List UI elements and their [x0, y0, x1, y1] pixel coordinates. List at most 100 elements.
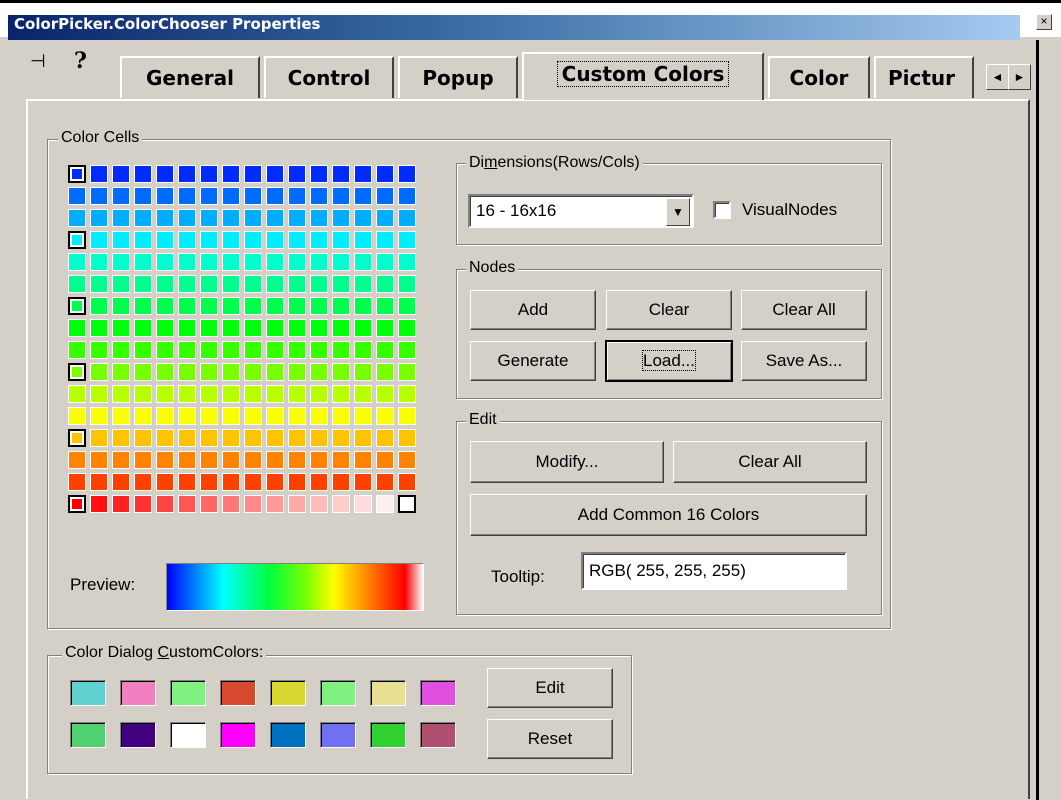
color-cell[interactable]: [376, 297, 394, 315]
color-cell[interactable]: [178, 187, 196, 205]
color-cell[interactable]: [376, 231, 394, 249]
color-cell[interactable]: [178, 495, 196, 513]
color-cell[interactable]: [222, 385, 240, 403]
color-cell[interactable]: [222, 231, 240, 249]
color-cell[interactable]: [332, 297, 350, 315]
color-cell[interactable]: [376, 275, 394, 293]
color-cell[interactable]: [112, 297, 130, 315]
color-cell[interactable]: [112, 319, 130, 337]
color-cell[interactable]: [376, 363, 394, 381]
color-cell[interactable]: [90, 451, 108, 469]
color-cell[interactable]: [354, 341, 372, 359]
color-cell[interactable]: [310, 253, 328, 271]
color-cell[interactable]: [310, 473, 328, 491]
color-cell[interactable]: [376, 451, 394, 469]
add-node-button[interactable]: Add: [470, 290, 596, 330]
color-cell[interactable]: [222, 165, 240, 183]
tab-color[interactable]: Color: [768, 56, 870, 98]
color-cell[interactable]: [354, 429, 372, 447]
color-cell[interactable]: [288, 429, 306, 447]
color-cell[interactable]: [266, 165, 284, 183]
color-cell[interactable]: [68, 275, 86, 293]
color-cell[interactable]: [112, 385, 130, 403]
generate-button[interactable]: Generate: [470, 341, 596, 381]
color-cell[interactable]: [354, 187, 372, 205]
color-cell[interactable]: [156, 209, 174, 227]
color-cell[interactable]: [90, 495, 108, 513]
custom-color-swatch[interactable]: [220, 680, 256, 706]
color-cell[interactable]: [90, 253, 108, 271]
color-cell[interactable]: [310, 275, 328, 293]
color-cell[interactable]: [310, 341, 328, 359]
custom-color-swatch[interactable]: [420, 680, 456, 706]
color-cell[interactable]: [178, 451, 196, 469]
color-cell[interactable]: [244, 429, 262, 447]
color-cell[interactable]: [266, 209, 284, 227]
color-cell[interactable]: [112, 495, 130, 513]
color-cell[interactable]: [134, 209, 152, 227]
color-cell[interactable]: [68, 209, 86, 227]
color-cell[interactable]: [178, 275, 196, 293]
color-cell[interactable]: [134, 231, 152, 249]
help-icon[interactable]: ?: [74, 48, 87, 74]
tooltip-input[interactable]: RGB( 255, 255, 255): [581, 552, 847, 590]
color-cell[interactable]: [90, 209, 108, 227]
save-as-button[interactable]: Save As...: [741, 341, 867, 381]
color-cell[interactable]: [178, 429, 196, 447]
color-cell[interactable]: [178, 319, 196, 337]
color-cell[interactable]: [244, 385, 262, 403]
visual-nodes-checkbox[interactable]: [713, 201, 731, 219]
color-cell[interactable]: [156, 231, 174, 249]
color-cell[interactable]: [244, 363, 262, 381]
color-cell[interactable]: [222, 495, 240, 513]
color-cell[interactable]: [332, 275, 350, 293]
color-cell[interactable]: [90, 341, 108, 359]
color-cell[interactable]: [244, 297, 262, 315]
color-cell[interactable]: [134, 429, 152, 447]
color-cell[interactable]: [266, 363, 284, 381]
color-cell[interactable]: [288, 473, 306, 491]
color-cell[interactable]: [134, 363, 152, 381]
color-cell[interactable]: [90, 407, 108, 425]
color-cell[interactable]: [68, 253, 86, 271]
color-cell[interactable]: [68, 429, 86, 447]
color-cell[interactable]: [178, 385, 196, 403]
color-cell[interactable]: [200, 363, 218, 381]
color-cell[interactable]: [354, 473, 372, 491]
color-cell[interactable]: [376, 385, 394, 403]
color-cell[interactable]: [90, 187, 108, 205]
color-cell[interactable]: [222, 319, 240, 337]
clear-all-button[interactable]: Clear All: [673, 441, 867, 483]
color-cell[interactable]: [178, 231, 196, 249]
color-cell[interactable]: [288, 451, 306, 469]
color-cell[interactable]: [222, 275, 240, 293]
color-cell[interactable]: [244, 473, 262, 491]
scroll-left-icon[interactable]: ◄: [986, 64, 1009, 90]
color-cell[interactable]: [332, 253, 350, 271]
color-cell[interactable]: [288, 275, 306, 293]
color-cell[interactable]: [222, 297, 240, 315]
color-cell[interactable]: [376, 253, 394, 271]
color-cell[interactable]: [200, 231, 218, 249]
color-cell[interactable]: [332, 429, 350, 447]
clear-node-button[interactable]: Clear: [606, 290, 732, 330]
close-button[interactable]: ×: [1036, 14, 1052, 30]
color-cell[interactable]: [112, 341, 130, 359]
color-cell[interactable]: [266, 495, 284, 513]
color-cell[interactable]: [376, 319, 394, 337]
color-cell[interactable]: [398, 231, 416, 249]
custom-color-swatch[interactable]: [220, 722, 256, 748]
color-cell[interactable]: [112, 187, 130, 205]
color-cell[interactable]: [376, 209, 394, 227]
chevron-down-icon[interactable]: ▼: [666, 198, 690, 226]
color-cell[interactable]: [354, 385, 372, 403]
color-cell[interactable]: [222, 451, 240, 469]
color-cell[interactable]: [398, 253, 416, 271]
color-cell[interactable]: [288, 231, 306, 249]
color-cell[interactable]: [244, 231, 262, 249]
color-cell[interactable]: [90, 165, 108, 183]
color-cell[interactable]: [156, 275, 174, 293]
color-cell[interactable]: [244, 407, 262, 425]
color-cell[interactable]: [288, 187, 306, 205]
color-cell[interactable]: [178, 165, 196, 183]
